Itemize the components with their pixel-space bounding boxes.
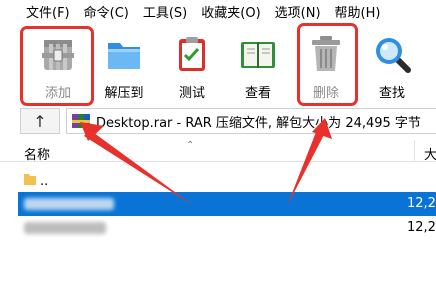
arrow-up-icon: ↑ xyxy=(33,111,47,131)
magnifier-icon xyxy=(376,38,411,73)
menu-favorites[interactable]: 收藏夹(O) xyxy=(201,2,260,21)
menu-tools[interactable]: 工具(S) xyxy=(143,2,187,21)
list-item-parent[interactable]: .. xyxy=(18,168,436,192)
redacted-filename xyxy=(24,222,106,234)
test-clipboard-icon xyxy=(179,37,205,71)
up-folder-button[interactable]: ↑ xyxy=(20,108,60,134)
address-text: Desktop.rar - RAR 压缩文件, 解包大小为 24,495 字节 xyxy=(96,115,421,131)
folder-extract-icon xyxy=(108,43,140,69)
extract-label: 解压到 xyxy=(104,86,144,101)
parent-dir-name: .. xyxy=(40,174,49,189)
delete-highlight-box xyxy=(297,23,358,106)
file-size: 12,2 xyxy=(407,196,436,211)
menu-options[interactable]: 选项(N) xyxy=(275,2,321,21)
view-label: 查看 xyxy=(244,86,271,101)
find-label: 查找 xyxy=(378,86,405,101)
menu-file[interactable]: 文件(F) xyxy=(26,2,70,21)
list-item-selected[interactable]: 12,2 xyxy=(18,192,436,216)
sort-indicator-icon: ⌃ xyxy=(186,140,195,151)
add-highlight-box xyxy=(20,26,94,106)
address-row: ↑ Desktop.rar - RAR 压缩文件, 解包大小为 24,495 字… xyxy=(0,107,436,137)
test-button[interactable]: 测试 xyxy=(160,28,224,102)
column-divider[interactable] xyxy=(414,140,415,162)
address-bar[interactable]: Desktop.rar - RAR 压缩文件, 解包大小为 24,495 字节 xyxy=(66,108,436,134)
redacted-filename xyxy=(24,198,114,210)
view-book-icon xyxy=(241,42,275,68)
find-button[interactable]: 查找 xyxy=(360,28,424,102)
rar-file-icon xyxy=(72,114,90,128)
list-header: ⌃ 名称 大 xyxy=(0,140,436,163)
menu-help[interactable]: 帮助(H) xyxy=(335,2,381,21)
folder-icon xyxy=(24,174,36,185)
menu-commands[interactable]: 命令(C) xyxy=(84,2,129,21)
column-size-header[interactable]: 大 xyxy=(424,144,436,163)
test-label: 测试 xyxy=(178,86,205,101)
file-size: 12,2 xyxy=(407,220,436,235)
view-button[interactable]: 查看 xyxy=(226,28,290,102)
extract-button[interactable]: 解压到 xyxy=(92,28,156,102)
menu-bar: 文件(F) 命令(C) 工具(S) 收藏夹(O) 选项(N) 帮助(H) xyxy=(0,0,436,22)
list-item[interactable]: 12,2 xyxy=(18,216,436,240)
column-name-header[interactable]: 名称 xyxy=(24,144,50,163)
